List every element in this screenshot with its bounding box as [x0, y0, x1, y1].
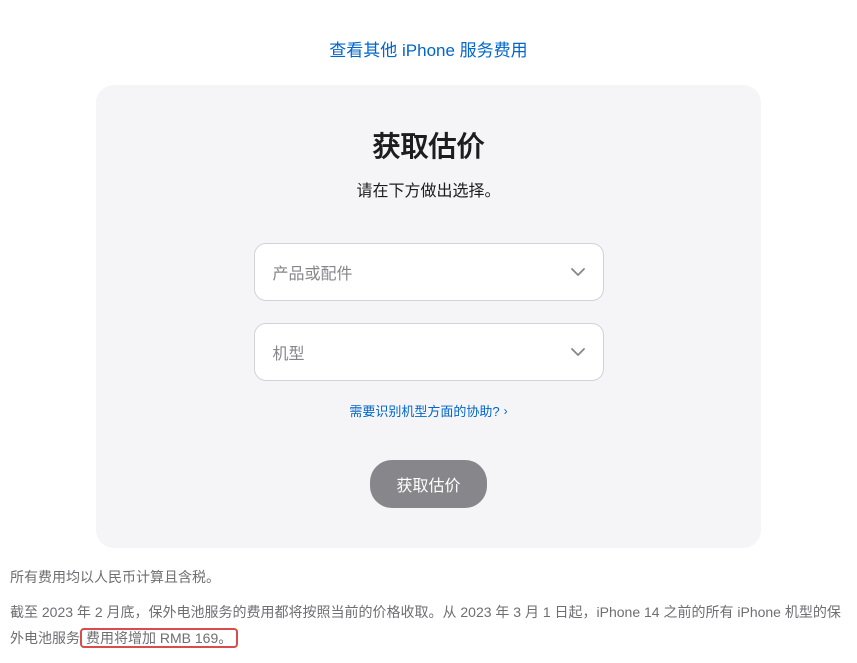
chevron-down-icon: [571, 348, 585, 356]
help-link-text: 需要识别机型方面的协助?: [349, 401, 499, 420]
product-placeholder: 产品或配件: [273, 260, 353, 284]
footer-highlight: 费用将增加 RMB 169。: [80, 628, 238, 648]
model-placeholder: 机型: [273, 340, 305, 364]
chevron-right-icon: ›: [504, 404, 508, 418]
estimate-card: 获取估价 请在下方做出选择。 产品或配件 机型 需要识别机型方面的协助? › 获…: [96, 85, 761, 548]
footer-notes: 所有费用均以人民币计算且含税。 截至 2023 年 2 月底，保外电池服务的费用…: [0, 548, 857, 652]
footer-line-1: 所有费用均以人民币计算且含税。: [10, 564, 847, 591]
model-select[interactable]: 机型: [254, 323, 604, 381]
model-select-wrap: 机型: [254, 323, 604, 381]
top-link-container: 查看其他 iPhone 服务费用: [0, 0, 857, 85]
other-service-fees-link[interactable]: 查看其他 iPhone 服务费用: [329, 41, 527, 60]
card-title: 获取估价: [146, 125, 711, 165]
chevron-down-icon: [571, 268, 585, 276]
submit-button-container: 获取估价: [146, 460, 711, 508]
identify-model-help-link[interactable]: 需要识别机型方面的协助? ›: [349, 401, 507, 420]
get-estimate-button[interactable]: 获取估价: [370, 460, 486, 508]
card-subtitle: 请在下方做出选择。: [146, 177, 711, 201]
product-select[interactable]: 产品或配件: [254, 243, 604, 301]
product-select-wrap: 产品或配件: [254, 243, 604, 301]
footer-line-2: 截至 2023 年 2 月底，保外电池服务的费用都将按照当前的价格收取。从 20…: [10, 599, 847, 652]
